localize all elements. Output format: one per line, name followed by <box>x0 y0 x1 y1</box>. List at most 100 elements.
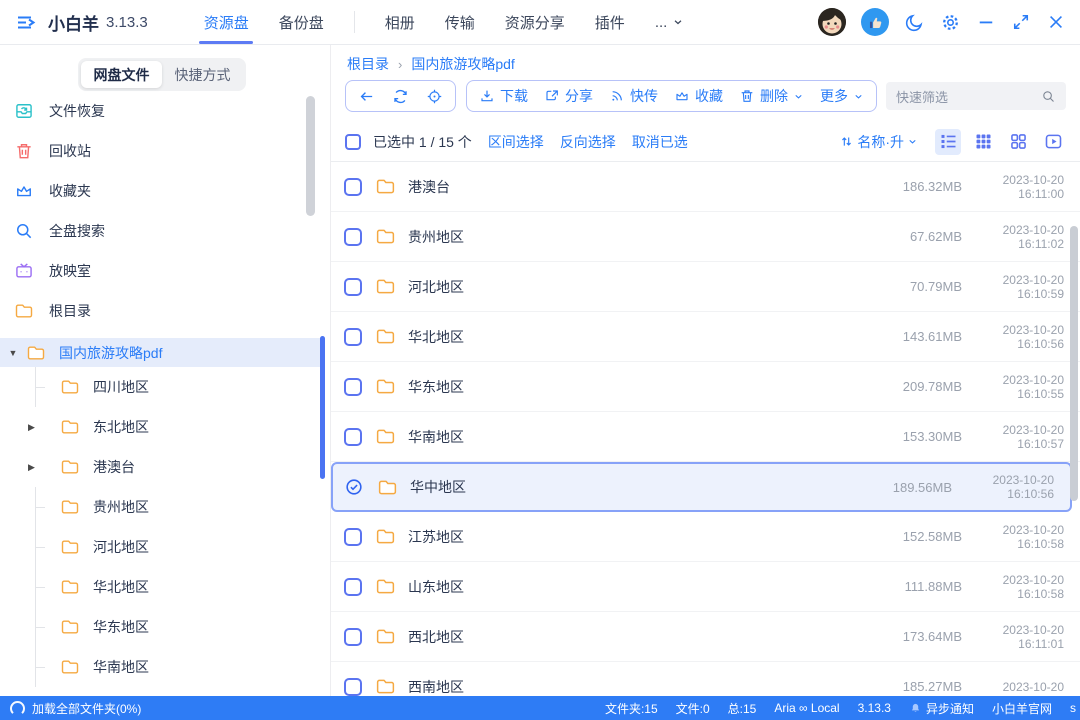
sidebar-item-screening-room[interactable]: 放映室 <box>0 251 330 291</box>
row-checkbox[interactable] <box>344 578 362 596</box>
table-row[interactable]: 华北地区 143.61MB 2023-10-2016:10:56 <box>331 312 1080 362</box>
range-select-link[interactable]: 区间选择 <box>488 132 544 152</box>
file-name[interactable]: 华中地区 <box>410 477 466 497</box>
table-row[interactable]: 西南地区 185.27MB 2023-10-20 <box>331 662 1080 696</box>
breadcrumb-root[interactable]: 根目录 <box>347 54 389 74</box>
tab-plugins[interactable]: 插件 <box>595 0 625 44</box>
table-row[interactable]: 山东地区 111.88MB 2023-10-2016:10:58 <box>331 562 1080 612</box>
file-name[interactable]: 贵州地区 <box>408 227 464 247</box>
table-row[interactable]: 港澳台 186.32MB 2023-10-2016:11:00 <box>331 162 1080 212</box>
file-name[interactable]: 河北地区 <box>408 277 464 297</box>
file-name[interactable]: 华东地区 <box>408 377 464 397</box>
minimize-button[interactable] <box>976 12 996 32</box>
tree-item[interactable]: 四川地区 <box>26 367 330 407</box>
tree-item[interactable]: 华东地区 <box>26 607 330 647</box>
file-name[interactable]: 华北地区 <box>408 327 464 347</box>
collapse-arrow-icon[interactable]: ▼ <box>0 348 26 358</box>
invert-select-link[interactable]: 反向选择 <box>560 132 616 152</box>
sidebar-item-recycle-bin[interactable]: 回收站 <box>0 131 330 171</box>
sidebar-scrollbar-thumb[interactable] <box>306 96 315 216</box>
select-all-checkbox[interactable] <box>345 134 361 150</box>
expand-arrow-icon[interactable]: ▶ <box>26 462 46 473</box>
file-size: 67.62MB <box>910 229 962 244</box>
table-row[interactable]: 华东地区 209.78MB 2023-10-2016:10:55 <box>331 362 1080 412</box>
maximize-button[interactable] <box>1011 12 1031 32</box>
tree-item[interactable]: 贵州地区 <box>26 487 330 527</box>
tab-drive-files[interactable]: 网盘文件 <box>81 61 162 88</box>
settings-gear-icon[interactable] <box>940 12 961 33</box>
dark-mode-moon-icon[interactable] <box>904 12 925 33</box>
view-video-button[interactable] <box>1040 129 1066 155</box>
row-checkbox[interactable] <box>344 628 362 646</box>
sidebar-item-file-restore[interactable]: 文件恢复 <box>0 91 330 131</box>
tree-item-selected[interactable]: ▼ 国内旅游攻略pdf <box>0 338 321 367</box>
row-checkbox[interactable] <box>344 328 362 346</box>
check-circle-icon[interactable] <box>344 477 364 497</box>
file-name[interactable]: 西北地区 <box>408 627 464 647</box>
table-row[interactable]: 华南地区 153.30MB 2023-10-2016:10:57 <box>331 412 1080 462</box>
file-name[interactable]: 西南地区 <box>408 677 464 697</box>
sidebar-item-full-search[interactable]: 全盘搜索 <box>0 211 330 251</box>
breadcrumb-current[interactable]: 国内旅游攻略pdf <box>411 54 514 74</box>
row-checkbox[interactable] <box>344 178 362 196</box>
sort-button[interactable]: 名称·升 <box>839 132 918 152</box>
close-button[interactable] <box>1046 12 1066 32</box>
file-name[interactable]: 江苏地区 <box>408 527 464 547</box>
tree-connector <box>26 367 46 407</box>
back-button[interactable] <box>358 88 375 105</box>
row-checkbox[interactable] <box>344 678 362 696</box>
tab-shortcuts[interactable]: 快捷方式 <box>162 61 243 88</box>
tab-transfer[interactable]: 传输 <box>445 0 475 44</box>
tree-item[interactable]: ▶ 东北地区 <box>26 407 330 447</box>
tree-item[interactable]: 华北地区 <box>26 567 330 607</box>
tree-item[interactable]: 河北地区 <box>26 527 330 567</box>
tree-item[interactable]: 华南地区 <box>26 647 330 687</box>
sidebar-item-root-directory[interactable]: 根目录 <box>0 291 330 331</box>
folder-icon <box>60 617 80 637</box>
status-version: 3.13.3 <box>858 701 891 715</box>
row-checkbox[interactable] <box>344 428 362 446</box>
table-row[interactable]: 河北地区 70.79MB 2023-10-2016:10:59 <box>331 262 1080 312</box>
sidebar-item-favorites[interactable]: 收藏夹 <box>0 171 330 211</box>
status-official-site-link[interactable]: 小白羊官网 <box>992 700 1052 717</box>
tab-resource-drive[interactable]: 资源盘 <box>204 0 249 44</box>
locate-button[interactable] <box>426 88 443 105</box>
cancel-select-link[interactable]: 取消已选 <box>632 132 688 152</box>
tree-item[interactable]: ▶ 港澳台 <box>26 447 330 487</box>
view-grid-small-button[interactable] <box>970 129 996 155</box>
table-row[interactable]: 贵州地区 67.62MB 2023-10-2016:11:02 <box>331 212 1080 262</box>
expand-arrow-icon[interactable]: ▶ <box>26 422 46 433</box>
favorite-button[interactable]: 收藏 <box>674 86 723 106</box>
delete-button[interactable]: 删除 <box>739 86 804 106</box>
row-checkbox[interactable] <box>344 228 362 246</box>
share-button[interactable]: 分享 <box>544 86 593 106</box>
quick-send-button[interactable]: 快传 <box>609 86 658 106</box>
tree-item-label: 港澳台 <box>93 457 135 477</box>
view-list-button[interactable] <box>935 129 961 155</box>
file-name[interactable]: 山东地区 <box>408 577 464 597</box>
like-badge-icon[interactable] <box>861 8 889 36</box>
quick-filter-input[interactable]: 快速筛选 <box>886 82 1066 110</box>
download-button[interactable]: 下载 <box>479 86 528 106</box>
table-row[interactable]: 西北地区 173.64MB 2023-10-2016:11:01 <box>331 612 1080 662</box>
list-scrollbar-thumb[interactable] <box>1070 226 1078 501</box>
tab-resource-share[interactable]: 资源分享 <box>505 0 565 44</box>
refresh-button[interactable] <box>392 88 409 105</box>
tab-backup-drive[interactable]: 备份盘 <box>279 0 324 44</box>
status-async-notify[interactable]: 异步通知 <box>909 700 974 717</box>
view-grid-large-button[interactable] <box>1005 129 1031 155</box>
row-checkbox[interactable] <box>344 278 362 296</box>
more-button[interactable]: 更多 <box>820 86 864 106</box>
status-aria-mode[interactable]: Aria ∞ Local <box>774 701 839 715</box>
tree-scrollbar-thumb[interactable] <box>320 336 325 479</box>
table-row-selected[interactable]: 华中地区 189.56MB 2023-10-2016:10:56 <box>331 462 1072 512</box>
tab-album[interactable]: 相册 <box>385 0 415 44</box>
file-name[interactable]: 港澳台 <box>408 177 450 197</box>
avatar[interactable] <box>818 8 846 36</box>
app-menu-icon[interactable] <box>14 10 38 34</box>
row-checkbox[interactable] <box>344 378 362 396</box>
tab-more[interactable]: ... <box>655 14 685 31</box>
file-name[interactable]: 华南地区 <box>408 427 464 447</box>
table-row[interactable]: 江苏地区 152.58MB 2023-10-2016:10:58 <box>331 512 1080 562</box>
row-checkbox[interactable] <box>344 528 362 546</box>
